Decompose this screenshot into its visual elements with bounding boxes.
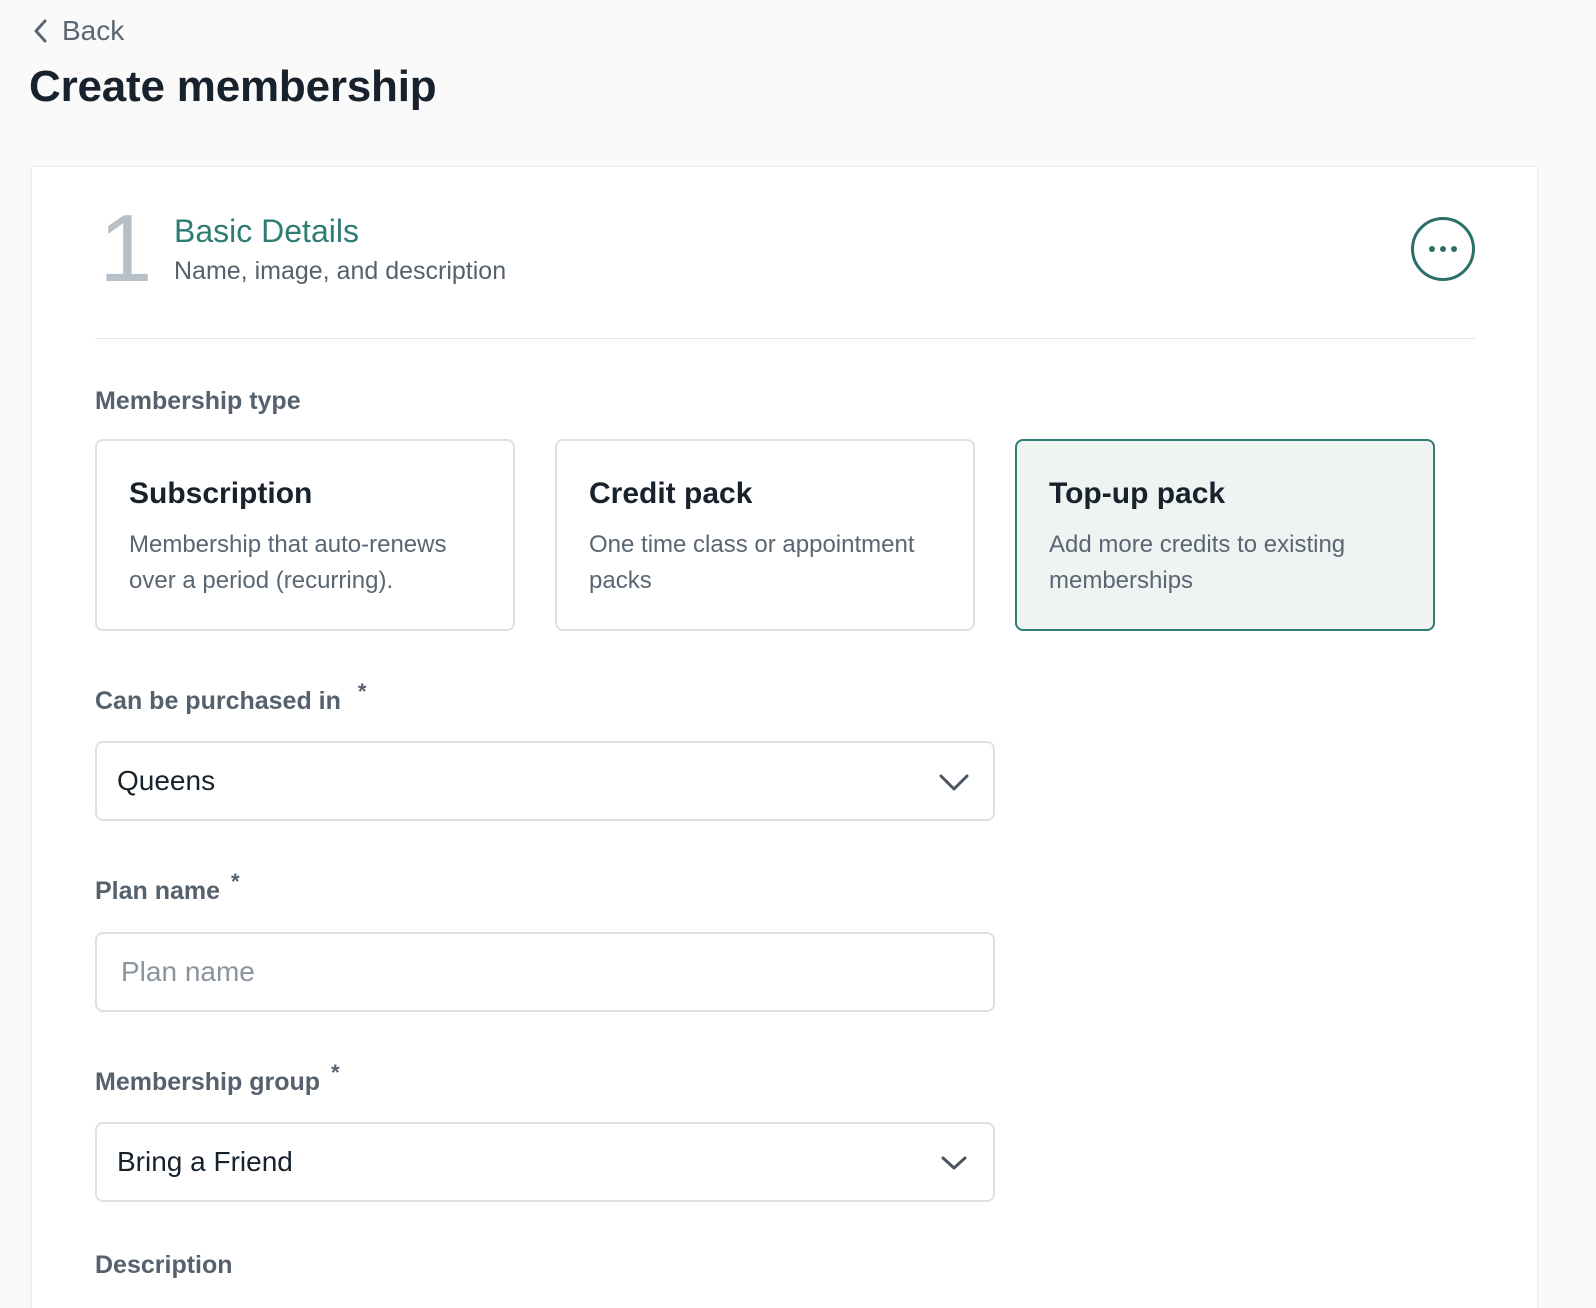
type-option-top-up-pack[interactable]: Top-up pack Add more credits to existing… bbox=[1015, 439, 1435, 631]
required-mark: * bbox=[357, 679, 367, 704]
description-label: Description bbox=[95, 1251, 233, 1279]
type-option-title: Subscription bbox=[129, 477, 313, 510]
type-option-description: One time class or appointment packs bbox=[589, 531, 915, 594]
plan-name-label: Plan name * bbox=[95, 869, 240, 906]
section-header: 1 Basic Details Name, image, and descrip… bbox=[95, 201, 1475, 339]
required-mark: * bbox=[330, 1060, 340, 1085]
type-option-subscription[interactable]: Subscription Membership that auto-renews… bbox=[95, 439, 515, 631]
membership-group-select[interactable]: Bring a Friend bbox=[95, 1122, 995, 1202]
more-options-button[interactable] bbox=[1411, 217, 1475, 281]
section-title: Basic Details bbox=[174, 213, 359, 249]
back-link[interactable]: Back bbox=[30, 14, 124, 48]
type-option-credit-pack[interactable]: Credit pack One time class or appointmen… bbox=[555, 439, 975, 631]
section-subtitle: Name, image, and description bbox=[174, 257, 507, 285]
membership-group-label-text: Membership group bbox=[95, 1068, 321, 1096]
membership-group-label: Membership group * bbox=[95, 1060, 340, 1097]
page-title: Create membership bbox=[29, 62, 437, 111]
purchase-location-label: Can be purchased in * bbox=[95, 679, 366, 716]
chevron-down-icon bbox=[939, 774, 969, 791]
create-membership-page: Back Create membership 1 Basic Details N… bbox=[0, 0, 1596, 1308]
type-option-description: Membership that auto-renews over a perio… bbox=[129, 531, 447, 594]
required-mark: * bbox=[231, 869, 240, 894]
chevron-left-icon bbox=[34, 19, 47, 43]
type-option-title: Top-up pack bbox=[1049, 477, 1226, 510]
type-option-title: Credit pack bbox=[589, 477, 753, 510]
back-label: Back bbox=[62, 15, 125, 46]
membership-type-label: Membership type bbox=[95, 387, 301, 415]
purchase-location-value: Queens bbox=[117, 765, 216, 796]
purchase-location-label-text: Can be purchased in bbox=[95, 687, 341, 715]
plan-name-label-text: Plan name bbox=[95, 877, 221, 905]
type-option-description: Add more credits to existing memberships bbox=[1049, 531, 1346, 594]
membership-group-value: Bring a Friend bbox=[117, 1146, 293, 1177]
plan-name-input[interactable] bbox=[117, 956, 973, 988]
chevron-down-icon bbox=[941, 1156, 967, 1170]
form-card: 1 Basic Details Name, image, and descrip… bbox=[31, 166, 1538, 1308]
purchase-location-select[interactable]: Queens bbox=[95, 741, 995, 821]
step-number: 1 bbox=[99, 195, 153, 302]
more-horizontal-icon bbox=[1429, 246, 1457, 252]
plan-name-field[interactable] bbox=[95, 932, 995, 1012]
